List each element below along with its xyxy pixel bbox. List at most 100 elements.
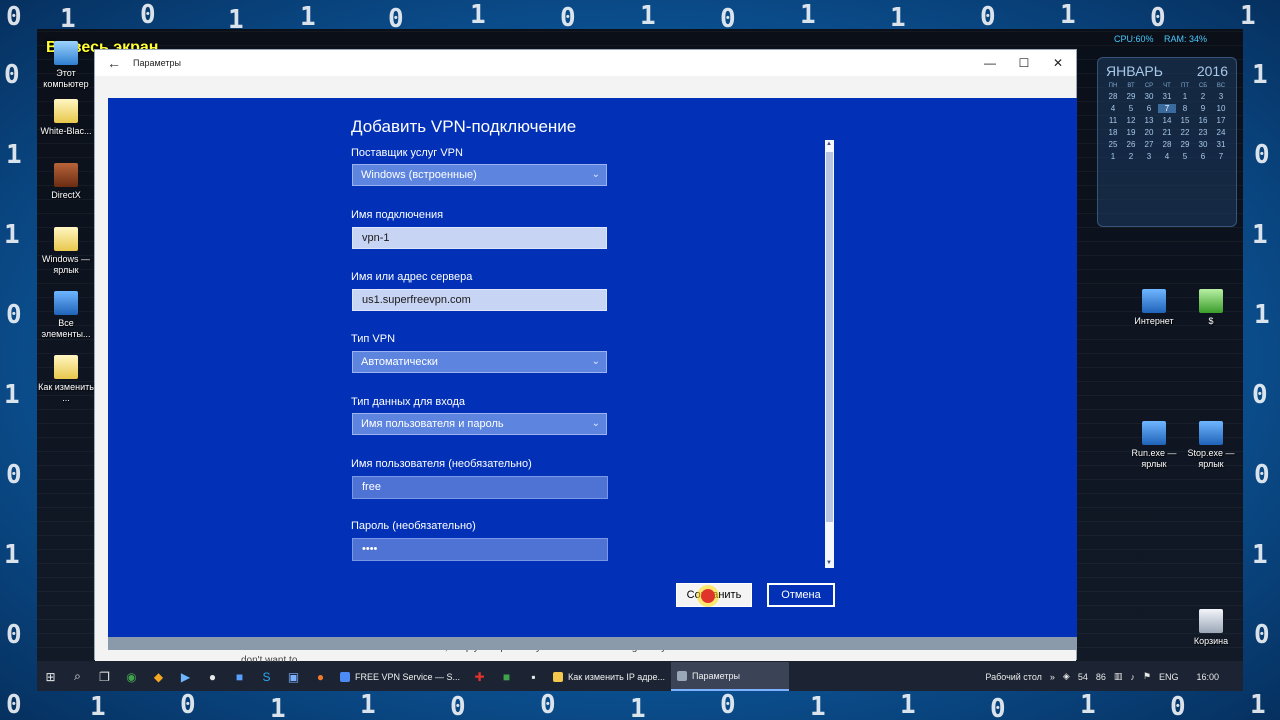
calendar-day[interactable]: 30 [1194, 140, 1212, 149]
calendar-day[interactable]: 7 [1212, 152, 1230, 161]
volume-icon[interactable]: ♪ [1130, 672, 1135, 682]
app-icon[interactable]: ● [199, 662, 226, 691]
start-button-icon[interactable]: ⊞ [37, 662, 64, 691]
desktop-icon-white-black[interactable]: White-Blac... [37, 99, 95, 137]
calendar-day[interactable]: 2 [1194, 92, 1212, 101]
calendar-day[interactable]: 10 [1212, 104, 1230, 113]
calendar-day[interactable]: 26 [1122, 140, 1140, 149]
app-icon[interactable]: ✚ [466, 662, 493, 691]
calendar-day[interactable]: 31 [1158, 92, 1176, 101]
calendar-day[interactable]: 7 [1158, 104, 1176, 113]
desktop-icon-run-exe[interactable]: Run.exe — ярлык [1125, 421, 1183, 470]
calendar-day[interactable]: 27 [1140, 140, 1158, 149]
app-icon[interactable]: ▣ [280, 662, 307, 691]
dialog-scrollbar[interactable]: ▲ ▼ [825, 140, 834, 568]
tray-chevron-icon[interactable]: » [1050, 672, 1055, 682]
calendar-day[interactable]: 2 [1122, 152, 1140, 161]
calendar-day[interactable]: 1 [1176, 92, 1194, 101]
desktop-icon-recycle-bin[interactable]: Корзина [1182, 609, 1240, 647]
provider-select[interactable]: Windows (встроенные) ⌄ [352, 164, 607, 186]
desktop-icon-dollar[interactable]: $ [1182, 289, 1240, 327]
taskbar-app-settings[interactable]: Параметры [670, 662, 789, 691]
calendar-day[interactable]: 15 [1176, 116, 1194, 125]
desktop-icon-label: Как изменить ... [38, 382, 94, 403]
calendar-day[interactable]: 6 [1140, 104, 1158, 113]
desktop-icon-stop-exe[interactable]: Stop.exe — ярлык [1182, 421, 1240, 470]
calendar-day[interactable]: 29 [1176, 140, 1194, 149]
calendar-day[interactable]: 24 [1212, 128, 1230, 137]
calendar-day[interactable]: 14 [1158, 116, 1176, 125]
connection-name-input[interactable]: vpn-1 [352, 227, 607, 249]
calendar-day[interactable]: 28 [1104, 92, 1122, 101]
scroll-down-arrow-icon[interactable]: ▼ [826, 560, 832, 566]
flag-icon[interactable]: ⚑ [1143, 671, 1151, 682]
calendar-day[interactable]: 8 [1176, 104, 1194, 113]
app-icon[interactable]: ■ [226, 662, 253, 691]
back-arrow-icon[interactable]: ← [101, 55, 127, 71]
calendar-day[interactable]: 18 [1104, 128, 1122, 137]
taskbar-app-change-ip[interactable]: Как изменить IP адре... [547, 662, 671, 691]
app-icon[interactable]: ■ [493, 662, 520, 691]
desktop-icon-all-elements[interactable]: Все элементы... [37, 291, 95, 340]
media-player-icon[interactable]: ▶ [172, 662, 199, 691]
calendar-day[interactable]: 5 [1176, 152, 1194, 161]
minimize-button[interactable]: — [973, 50, 1007, 76]
calendar-day[interactable]: 23 [1194, 128, 1212, 137]
calendar-day[interactable]: 1 [1104, 152, 1122, 161]
calendar-day[interactable]: 3 [1140, 152, 1158, 161]
network-icon[interactable]: ▥ [1114, 671, 1123, 682]
calendar-day[interactable]: 6 [1194, 152, 1212, 161]
clock[interactable]: 16:00 [1196, 672, 1219, 682]
calendar-day[interactable]: 3 [1212, 92, 1230, 101]
close-button[interactable]: ✕ [1041, 50, 1075, 76]
calendar-day[interactable]: 25 [1104, 140, 1122, 149]
desktop-icon-this-pc[interactable]: Этот компьютер [37, 41, 95, 90]
cancel-button[interactable]: Отмена [767, 583, 835, 607]
binary-digit: 0 [6, 620, 22, 650]
task-view-icon[interactable]: ❐ [91, 662, 118, 691]
vpn-type-select[interactable]: Автоматически ⌄ [352, 351, 607, 373]
scroll-thumb[interactable] [826, 152, 833, 522]
calendar-day[interactable]: 4 [1104, 104, 1122, 113]
browser-icon[interactable]: ◉ [118, 662, 145, 691]
desktop-toolbar-label[interactable]: Рабочий стол [985, 672, 1042, 682]
calendar-day[interactable]: 28 [1158, 140, 1176, 149]
skype-icon[interactable]: S [253, 662, 280, 691]
binary-digit: 1 [270, 694, 286, 720]
calendar-day[interactable]: 12 [1122, 116, 1140, 125]
language-indicator[interactable]: ENG [1159, 672, 1179, 682]
calendar-day[interactable]: 5 [1122, 104, 1140, 113]
calendar-day[interactable]: 19 [1122, 128, 1140, 137]
app-icon[interactable]: ◆ [145, 662, 172, 691]
calendar-day[interactable]: 13 [1140, 116, 1158, 125]
desktop-icon-internet[interactable]: Интернет [1125, 289, 1183, 327]
calendar-day[interactable]: 16 [1194, 116, 1212, 125]
password-input[interactable]: •••• [352, 538, 608, 561]
taskbar-app-vpn-service[interactable]: FREE VPN Service — S... [334, 662, 466, 691]
scroll-up-arrow-icon[interactable]: ▲ [826, 141, 832, 147]
calendar-day[interactable]: 30 [1140, 92, 1158, 101]
signin-type-select[interactable]: Имя пользователя и пароль ⌄ [352, 413, 607, 435]
desktop-icon-how-to-change[interactable]: Как изменить ... [37, 355, 95, 404]
server-input[interactable]: us1.superfreevpn.com [352, 289, 607, 311]
calendar-day[interactable]: 9 [1194, 104, 1212, 113]
desktop-icon-windows-shortcut[interactable]: Windows — ярлык [37, 227, 95, 276]
maximize-button[interactable]: ☐ [1007, 50, 1041, 76]
search-icon[interactable]: ⌕ [64, 662, 91, 691]
desktop-icon-directx[interactable]: DirectX [37, 163, 95, 201]
calendar-day[interactable]: 11 [1104, 116, 1122, 125]
calendar-day[interactable]: 21 [1158, 128, 1176, 137]
save-button[interactable]: Сохранить [676, 583, 752, 607]
username-input[interactable]: free [352, 476, 608, 499]
tray-app-icon[interactable]: ◈ [1063, 671, 1070, 682]
calendar-day[interactable]: 4 [1158, 152, 1176, 161]
calendar-day[interactable]: 20 [1140, 128, 1158, 137]
calendar-day[interactable]: 29 [1122, 92, 1140, 101]
app-icon[interactable]: ▪ [520, 662, 547, 691]
binary-digit: 1 [630, 694, 646, 720]
firefox-icon[interactable]: ● [307, 662, 334, 691]
calendar-day[interactable]: 17 [1212, 116, 1230, 125]
calendar-day[interactable]: 22 [1176, 128, 1194, 137]
binary-digit: 0 [1254, 140, 1270, 170]
calendar-day[interactable]: 31 [1212, 140, 1230, 149]
